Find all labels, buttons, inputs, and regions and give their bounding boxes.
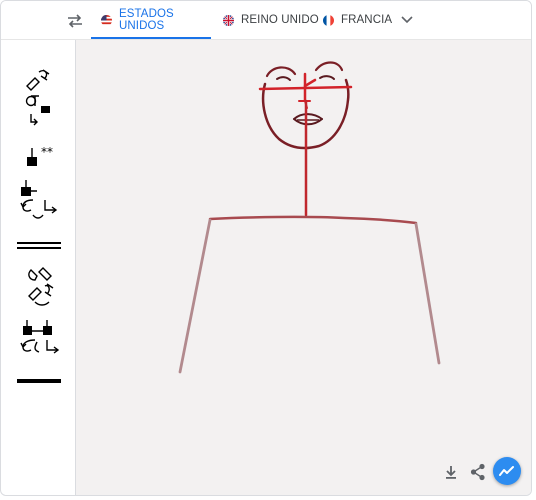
- uk-flag-icon: [223, 14, 234, 26]
- svg-text:**: **: [41, 145, 53, 159]
- signwriting-two-hands-movement-icon[interactable]: [19, 320, 63, 360]
- fr-flag-icon: [323, 14, 334, 26]
- thick-line-icon[interactable]: [17, 378, 61, 384]
- tab-label: ESTADOS UNIDOS: [119, 8, 174, 32]
- app-window: ESTADOS UNIDOS REINO UNIDO FRANCIA **: [0, 0, 532, 496]
- signwriting-hand-movement-icon[interactable]: [19, 180, 63, 224]
- share-icon[interactable]: [470, 463, 486, 481]
- tab-label: REINO UNIDO: [241, 14, 319, 26]
- drawing-canvas[interactable]: [76, 40, 531, 495]
- tab-reino-unido[interactable]: REINO UNIDO: [223, 1, 319, 39]
- signwriting-face-hands-icon[interactable]: [27, 266, 57, 308]
- signwriting-contact-star-icon[interactable]: **: [25, 145, 59, 167]
- tab-francia[interactable]: FRANCIA: [323, 1, 392, 39]
- chevron-down-icon[interactable]: [399, 13, 415, 27]
- trend-chart-icon: [499, 466, 514, 476]
- tab-estados-unidos[interactable]: ESTADOS UNIDOS: [91, 1, 211, 39]
- language-tab-bar: ESTADOS UNIDOS REINO UNIDO FRANCIA: [1, 1, 531, 40]
- us-flag-icon: [101, 14, 112, 26]
- download-icon[interactable]: [443, 464, 459, 480]
- trend-chart-fab-button[interactable]: [493, 457, 521, 485]
- double-line-icon[interactable]: [17, 240, 61, 252]
- tab-label: FRANCIA: [341, 14, 393, 26]
- stick-figure-drawing: [178, 61, 441, 374]
- swap-arrows-icon[interactable]: [65, 12, 85, 30]
- signwriting-hand-rotation-icon[interactable]: [25, 68, 55, 130]
- sign-tool-palette: **: [5, 40, 76, 495]
